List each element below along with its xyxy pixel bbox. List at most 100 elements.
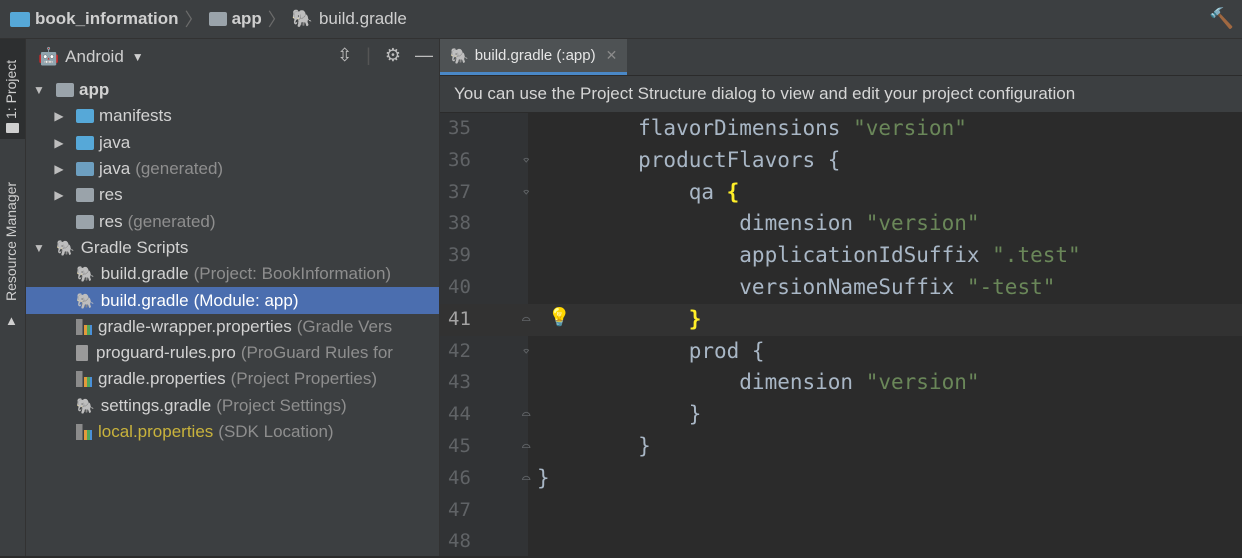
code-token: } xyxy=(537,402,702,427)
tab-build-gradle-app[interactable]: 🐘 build.gradle (:app) ✕ xyxy=(440,39,628,75)
code-line[interactable]: 42 ⌔ prod { xyxy=(440,336,1242,368)
tree-item[interactable]: 🐘 build.gradle (Project: BookInformation) xyxy=(26,261,439,287)
code-line[interactable]: 41 ⌓ 💡 } xyxy=(440,303,1242,336)
code-token: dimension xyxy=(537,370,866,395)
code-line[interactable]: 36 ⌔ productFlavors { xyxy=(440,145,1242,177)
line-number: 38 xyxy=(448,212,471,235)
chevron-right-icon[interactable]: ▶ xyxy=(52,162,66,176)
android-icon: 🤖 xyxy=(38,47,60,66)
project-tree: ▼ app ▶ manifests ▶ java ▶ java (generated) ▶ res r… xyxy=(26,77,439,445)
hide-panel-icon[interactable]: — xyxy=(415,45,433,66)
chevron-down-icon[interactable]: ▼ xyxy=(32,83,46,97)
chevron-right-icon[interactable]: ▶ xyxy=(52,109,66,123)
tree-item-sublabel: (generated) xyxy=(127,211,216,231)
matched-brace: } xyxy=(688,306,702,331)
code-line[interactable]: 37 ⌔ qa { xyxy=(440,177,1242,209)
chevron-right-icon[interactable]: ▶ xyxy=(52,136,66,150)
code-line[interactable]: 45 ⌓ } xyxy=(440,431,1242,463)
tree-item[interactable]: gradle-wrapper.properties (Gradle Vers xyxy=(26,314,439,340)
tree-item[interactable]: gradle.properties (Project Properties) xyxy=(26,366,439,392)
string-literal: "version" xyxy=(853,116,967,140)
tree-item[interactable]: ▶ manifests xyxy=(26,103,439,129)
code-text: dimension "version" xyxy=(537,211,979,235)
code-line[interactable]: 47 xyxy=(440,495,1242,527)
tree-item-label: settings.gradle xyxy=(100,395,212,415)
tab-project[interactable]: 1: Project xyxy=(0,39,25,139)
breadcrumb-label: app xyxy=(231,9,262,28)
tree-item[interactable]: ▶ java (generated) xyxy=(26,156,439,182)
code-line[interactable]: 46 ⌓} xyxy=(440,463,1242,495)
breadcrumb-label: build.gradle xyxy=(318,9,407,28)
tab-label: build.gradle (:app) xyxy=(474,47,596,64)
close-icon[interactable]: ✕ xyxy=(606,47,618,64)
fold-close-icon[interactable]: ⌓ xyxy=(522,439,530,455)
tree-item[interactable]: proguard-rules.pro (ProGuard Rules for xyxy=(26,340,439,366)
tree-item-label: build.gradle xyxy=(100,264,189,284)
code-text: versionNameSuffix "-test" xyxy=(537,275,1055,299)
tree-item[interactable]: ▼ app xyxy=(26,77,439,103)
code-line[interactable]: 38 dimension "version" xyxy=(440,208,1242,240)
tree-item[interactable]: res (generated) xyxy=(26,208,439,234)
code-line[interactable]: 39 applicationIdSuffix ".test" xyxy=(440,240,1242,272)
breadcrumb-item-project[interactable]: book_information xyxy=(10,9,179,29)
code-line[interactable]: 35 flavorDimensions "version" xyxy=(440,113,1242,145)
tree-item[interactable]: 🐘 build.gradle (Module: app) xyxy=(26,287,439,314)
res-folder-icon xyxy=(76,214,94,229)
tree-item[interactable]: 🐘 settings.gradle (Project Settings) xyxy=(26,393,439,419)
gradle-icon: 🐘 xyxy=(76,266,95,284)
code-editor[interactable]: 35 flavorDimensions "version" 36 ⌔ product… xyxy=(440,113,1242,556)
build-hammer-icon[interactable]: 🔨 xyxy=(1209,6,1234,31)
code-token: flavorDimensions xyxy=(537,116,854,140)
module-folder-icon xyxy=(56,83,74,98)
fold-open-icon[interactable]: ⌔ xyxy=(522,185,530,201)
project-structure-notice: You can use the Project Structure dialog… xyxy=(440,75,1242,112)
tree-item[interactable]: ▶ java xyxy=(26,130,439,156)
collapse-all-icon[interactable]: ⇳ xyxy=(337,45,352,66)
code-text: flavorDimensions "version" xyxy=(537,116,967,140)
fold-close-icon[interactable]: ⌓ xyxy=(522,471,530,487)
breadcrumb-item-module[interactable]: app xyxy=(208,9,262,29)
chevron-down-icon[interactable]: ▼ xyxy=(132,50,144,64)
breadcrumb-label: book_information xyxy=(35,9,179,28)
code-line[interactable]: 40 versionNameSuffix "-test" xyxy=(440,272,1242,304)
tree-item[interactable]: local.properties (SDK Location) xyxy=(26,419,439,445)
tree-item-label: Gradle Scripts xyxy=(80,237,189,257)
matched-brace: { xyxy=(726,179,740,204)
fold-open-icon[interactable]: ⌔ xyxy=(522,153,530,169)
tree-item-label: manifests xyxy=(99,106,172,126)
tab-resource-manager[interactable]: Resource Manager ▲ xyxy=(0,169,25,329)
code-token: qa xyxy=(537,179,727,204)
tree-item-label: gradle.properties xyxy=(98,369,226,389)
string-literal: "version" xyxy=(865,370,980,395)
code-line[interactable]: 43 dimension "version" xyxy=(440,367,1242,399)
tree-item-sublabel: (Module: app) xyxy=(193,290,299,310)
resource-manager-icon: ▲ xyxy=(5,313,18,328)
fold-close-icon[interactable]: ⌓ xyxy=(522,312,530,328)
fold-close-icon[interactable]: ⌓ xyxy=(522,407,530,423)
code-text: } xyxy=(537,402,702,427)
tree-item-sublabel: (generated) xyxy=(135,159,224,179)
fold-open-icon[interactable]: ⌔ xyxy=(522,344,530,360)
code-line[interactable]: 44 ⌓ } xyxy=(440,399,1242,431)
project-view-selector[interactable]: Android xyxy=(65,47,124,67)
gear-icon[interactable]: ⚙ xyxy=(385,45,401,66)
breadcrumb-item-file[interactable]: 🐘 build.gradle xyxy=(292,9,407,29)
tree-item-label: build.gradle xyxy=(100,290,189,310)
editor-tabs: 🐘 build.gradle (:app) ✕ xyxy=(440,39,1242,75)
line-number: 39 xyxy=(448,244,471,267)
chevron-right-icon[interactable]: ▶ xyxy=(52,188,66,202)
tree-item-label: gradle-wrapper.properties xyxy=(98,316,292,336)
code-text: } xyxy=(537,466,550,490)
res-folder-icon xyxy=(76,188,94,203)
gradle-icon: 🐘 xyxy=(450,47,469,65)
tree-item[interactable]: ▶ res xyxy=(26,182,439,208)
generated-folder-icon xyxy=(76,162,94,177)
chevron-down-icon[interactable]: ▼ xyxy=(32,241,46,255)
tree-item-label: res xyxy=(99,185,123,205)
tree-item[interactable]: ▼ 🐘 Gradle Scripts xyxy=(26,235,439,261)
module-folder-icon xyxy=(208,12,227,26)
code-line[interactable]: 48 xyxy=(440,526,1242,558)
line-number: 37 xyxy=(448,180,471,203)
tree-item-sublabel: (Project: BookInformation) xyxy=(193,264,392,284)
